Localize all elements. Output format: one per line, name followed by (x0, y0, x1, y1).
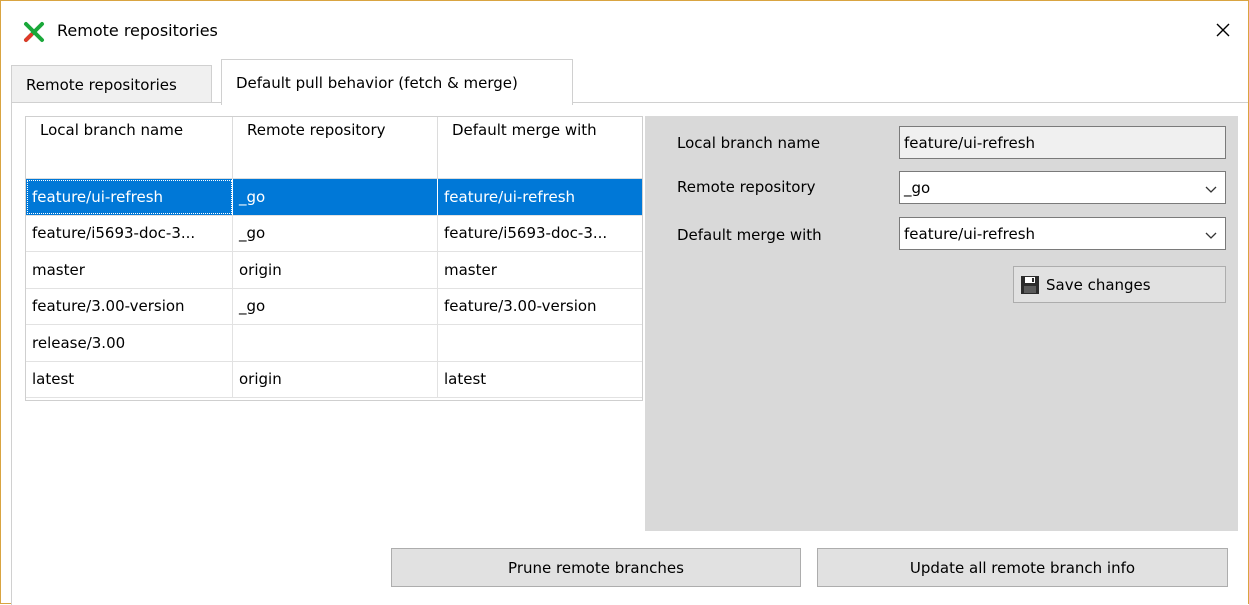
remote-repository-value: _go (904, 178, 931, 197)
remote-repositories-window: Remote repositories Remote repositories … (0, 0, 1249, 605)
cell-default-merge (438, 325, 642, 361)
update-remote-branch-info-button[interactable]: Update all remote branch info (817, 548, 1228, 587)
cell-local-branch: master (26, 252, 233, 288)
cell-remote-repository: _go (233, 215, 438, 251)
cell-local-branch: feature/i5693-doc-3... (26, 215, 233, 251)
floppy-disk-icon (1021, 275, 1039, 294)
tab-label: Remote repositories (26, 75, 177, 94)
column-header-default-merge[interactable]: Default merge with (438, 117, 642, 178)
close-icon[interactable] (1208, 15, 1238, 45)
branch-grid[interactable]: Local branch name Remote repository Defa… (25, 116, 643, 401)
chevron-down-icon (1205, 186, 1217, 193)
cell-local-branch: feature/ui-refresh (26, 179, 233, 215)
update-remote-branch-info-label: Update all remote branch info (909, 558, 1136, 577)
column-header-local-branch[interactable]: Local branch name (26, 117, 233, 178)
cell-default-merge: feature/i5693-doc-3... (444, 224, 608, 243)
chevron-down-icon (1205, 232, 1217, 239)
cell-default-merge: feature/3.00-version (444, 297, 597, 316)
local-branch-name-field: feature/ui-refresh (899, 126, 1226, 159)
default-merge-with-value: feature/ui-refresh (904, 224, 1036, 243)
cell-remote-repository: origin (233, 252, 438, 288)
branch-details-panel: Local branch name feature/ui-refresh Rem… (645, 116, 1238, 531)
cell-local-branch: feature/3.00-version (26, 288, 233, 324)
cell-remote-repository: _go (233, 179, 438, 215)
tab-default-pull-behavior[interactable]: Default pull behavior (fetch & merge) (221, 59, 573, 105)
cell-remote-repository: origin (233, 361, 438, 397)
remote-repository-label: Remote repository (677, 178, 816, 196)
local-branch-name-label: Local branch name (677, 134, 821, 152)
table-row[interactable]: latest origin latest (26, 361, 642, 398)
window-title: Remote repositories (57, 21, 218, 40)
tab-bar: Remote repositories Default pull behavio… (1, 55, 1248, 105)
prune-remote-branches-label: Prune remote branches (508, 558, 684, 577)
table-row[interactable]: master origin master (26, 252, 642, 289)
cell-local-branch: release/3.00 (26, 325, 233, 361)
remote-repository-select[interactable]: _go (899, 171, 1226, 204)
table-row[interactable]: release/3.00 (26, 325, 642, 362)
default-merge-with-select[interactable]: feature/ui-refresh (899, 217, 1226, 250)
cell-remote-repository (233, 325, 438, 361)
cell-local-branch: latest (26, 361, 233, 397)
table-row[interactable]: feature/ui-refresh _go feature/ui-refres… (26, 179, 642, 216)
tab-label: Default pull behavior (fetch & merge) (236, 73, 518, 92)
title-bar: Remote repositories (1, 1, 1248, 55)
cell-default-merge: master (444, 260, 497, 279)
save-changes-button[interactable]: Save changes (1013, 266, 1226, 303)
tab-remote-repositories[interactable]: Remote repositories (11, 65, 212, 103)
local-branch-name-value: feature/ui-refresh (904, 133, 1036, 152)
column-header-remote-repository[interactable]: Remote repository (233, 117, 438, 178)
git-extensions-logo-icon (24, 22, 44, 42)
cell-default-merge: feature/ui-refresh (438, 179, 642, 215)
prune-remote-branches-button[interactable]: Prune remote branches (391, 548, 801, 587)
grid-header: Local branch name Remote repository Defa… (26, 117, 642, 179)
cell-default-merge: latest (444, 370, 487, 389)
save-changes-label: Save changes (1046, 275, 1151, 294)
table-row[interactable]: feature/3.00-version _go feature/3.00-ve… (26, 288, 642, 325)
table-row[interactable]: feature/i5693-doc-3... _go feature/i5693… (26, 215, 642, 252)
default-merge-with-label: Default merge with (677, 226, 822, 244)
cell-remote-repository: _go (233, 288, 438, 324)
